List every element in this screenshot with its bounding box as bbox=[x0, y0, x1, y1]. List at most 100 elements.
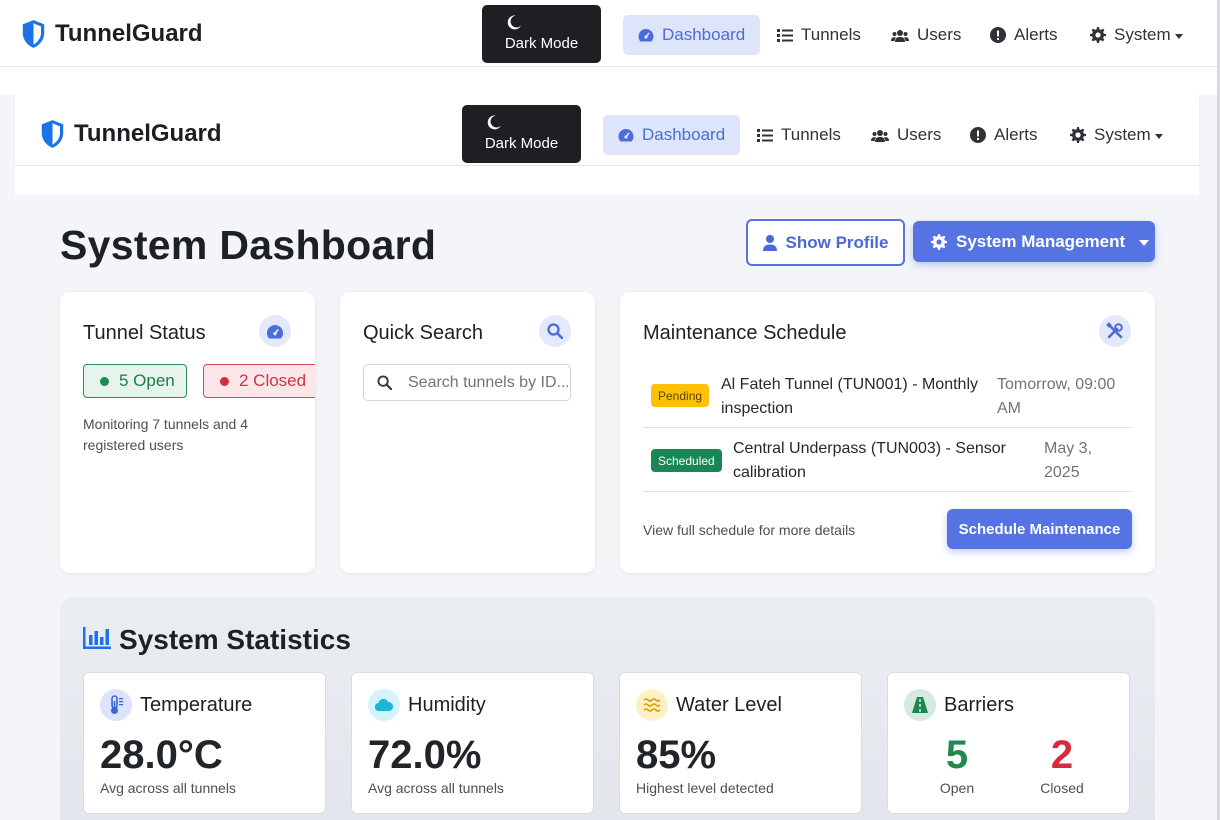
closed-tunnels-badge: 2 Closed bbox=[203, 364, 315, 398]
nav-system-label: System bbox=[1094, 125, 1151, 144]
chevron-down-icon bbox=[1139, 239, 1150, 246]
closed-dot-icon bbox=[220, 376, 229, 386]
schedule-footer-note: View full schedule for more details bbox=[643, 522, 856, 538]
inner-navbar: TunnelGuard Dark Mode Dashboard Tunnels … bbox=[15, 95, 1199, 166]
search-input[interactable] bbox=[408, 373, 568, 392]
road-icon bbox=[904, 689, 936, 721]
user-icon bbox=[762, 234, 777, 251]
page-title: System Dashboard bbox=[60, 222, 437, 268]
nav-alerts-label: Alerts bbox=[1014, 25, 1058, 44]
cloud-icon bbox=[368, 689, 400, 721]
barriers-card: Barriers 5 Open 2 Closed bbox=[887, 672, 1130, 814]
chevron-down-icon bbox=[1154, 133, 1163, 139]
maintenance-item[interactable]: Scheduled Central Underpass (TUN003) - S… bbox=[643, 428, 1131, 492]
users-icon bbox=[891, 29, 909, 42]
show-profile-button[interactable]: Show Profile bbox=[746, 219, 905, 266]
nav-dashboard[interactable]: Dashboard bbox=[603, 115, 741, 155]
schedule-maintenance-button[interactable]: Schedule Maintenance bbox=[947, 509, 1132, 549]
brand-logo[interactable]: TunnelGuard bbox=[39, 119, 222, 149]
thermometer-icon bbox=[100, 689, 132, 721]
tunnel-status-title: Tunnel Status bbox=[83, 322, 206, 344]
humidity-value: 72.0% bbox=[368, 733, 482, 777]
humidity-card: Humidity 72.0% Avg across all tunnels bbox=[351, 672, 594, 814]
barriers-label: Barriers bbox=[944, 694, 1015, 716]
dark-mode-toggle[interactable]: Dark Mode bbox=[462, 105, 581, 163]
search-icon[interactable] bbox=[539, 315, 571, 347]
dark-mode-label: Dark Mode bbox=[484, 135, 559, 152]
temperature-sub: Avg across all tunnels bbox=[100, 780, 236, 796]
shield-icon bbox=[22, 20, 45, 48]
barriers-open-label: Open bbox=[939, 780, 975, 796]
moon-icon bbox=[487, 115, 501, 130]
maintenance-description: Al Fateh Tunnel (TUN001) - Monthly inspe… bbox=[721, 376, 978, 417]
brand-name: TunnelGuard bbox=[74, 120, 222, 147]
tools-icon bbox=[1099, 315, 1131, 347]
list-icon bbox=[757, 128, 773, 142]
maintenance-item[interactable]: Pending Al Fateh Tunnel (TUN001) - Month… bbox=[643, 366, 1131, 428]
nav-system-dropdown[interactable]: System bbox=[1070, 115, 1163, 155]
nav-users[interactable]: Users bbox=[871, 115, 941, 155]
gauge-icon bbox=[638, 29, 654, 42]
barriers-open-value: 5 bbox=[945, 733, 969, 777]
system-management-label: System Management bbox=[956, 231, 1126, 251]
humidity-label: Humidity bbox=[408, 694, 486, 716]
quick-search-title: Quick Search bbox=[363, 322, 484, 344]
nav-alerts[interactable]: Alerts bbox=[990, 15, 1057, 55]
shield-icon bbox=[41, 120, 64, 148]
nav-users[interactable]: Users bbox=[891, 15, 961, 55]
open-dot-icon bbox=[100, 376, 109, 386]
monitoring-summary: Monitoring 7 tunnels and 4 registered us… bbox=[83, 416, 248, 453]
gauge-icon bbox=[618, 129, 634, 142]
nav-dashboard[interactable]: Dashboard bbox=[623, 15, 761, 55]
temperature-label: Temperature bbox=[140, 694, 253, 716]
system-statistics-title: System Statistics bbox=[119, 624, 351, 655]
bar-chart-icon bbox=[83, 627, 111, 649]
dark-mode-label: Dark Mode bbox=[504, 35, 579, 52]
humidity-sub: Avg across all tunnels bbox=[368, 780, 504, 796]
tunnel-search-field[interactable] bbox=[363, 364, 571, 401]
barriers-closed-label: Closed bbox=[1040, 780, 1084, 796]
open-tunnels-badge: 5 Open bbox=[83, 364, 187, 398]
nav-tunnels[interactable]: Tunnels bbox=[777, 15, 861, 55]
exclamation-circle-icon bbox=[990, 27, 1006, 43]
inner-navbar-spacer bbox=[15, 166, 1199, 195]
nav-dashboard-label: Dashboard bbox=[642, 125, 726, 144]
chevron-down-icon bbox=[1174, 33, 1183, 39]
nav-system-dropdown[interactable]: System bbox=[1090, 15, 1183, 55]
gear-icon bbox=[931, 233, 947, 250]
moon-icon bbox=[507, 15, 521, 30]
status-badge: Pending bbox=[651, 384, 710, 407]
nav-tunnels-label: Tunnels bbox=[781, 125, 841, 144]
water-level-card: Water Level 85% Highest level detected bbox=[619, 672, 862, 814]
water-level-value: 85% bbox=[636, 733, 717, 777]
maintenance-date: May 3, 2025 bbox=[1044, 440, 1093, 481]
status-badge: Scheduled bbox=[651, 449, 722, 472]
temperature-card: Temperature 28.0°C Avg across all tunnel… bbox=[83, 672, 326, 814]
brand-logo[interactable]: TunnelGuard bbox=[20, 19, 203, 49]
system-management-dropdown[interactable]: System Management bbox=[913, 221, 1155, 262]
top-navbar: TunnelGuard Dark Mode Dashboard Tunnels … bbox=[0, 0, 1218, 67]
temperature-value: 28.0°C bbox=[100, 733, 223, 777]
open-count: 5 Open bbox=[119, 371, 175, 390]
nav-tunnels-label: Tunnels bbox=[801, 25, 861, 44]
water-icon bbox=[636, 689, 668, 721]
closed-count: 2 Closed bbox=[239, 371, 307, 390]
gear-icon bbox=[1090, 27, 1106, 43]
list-icon bbox=[777, 28, 793, 42]
exclamation-circle-icon bbox=[970, 127, 986, 143]
gear-icon bbox=[1070, 127, 1086, 143]
show-profile-label: Show Profile bbox=[785, 232, 889, 252]
maintenance-date: Tomorrow, 09:00 AM bbox=[997, 376, 1116, 417]
nav-tunnels[interactable]: Tunnels bbox=[757, 115, 841, 155]
search-icon bbox=[377, 375, 392, 390]
water-level-label: Water Level bbox=[676, 694, 782, 716]
nav-users-label: Users bbox=[897, 125, 942, 144]
top-navbar-spacer bbox=[0, 67, 1218, 95]
nav-alerts[interactable]: Alerts bbox=[970, 115, 1037, 155]
nav-alerts-label: Alerts bbox=[994, 125, 1038, 144]
dark-mode-toggle[interactable]: Dark Mode bbox=[482, 5, 601, 63]
gauge-icon bbox=[259, 315, 291, 347]
water-level-sub: Highest level detected bbox=[636, 780, 774, 796]
nav-users-label: Users bbox=[917, 25, 962, 44]
maintenance-title: Maintenance Schedule bbox=[643, 322, 847, 344]
